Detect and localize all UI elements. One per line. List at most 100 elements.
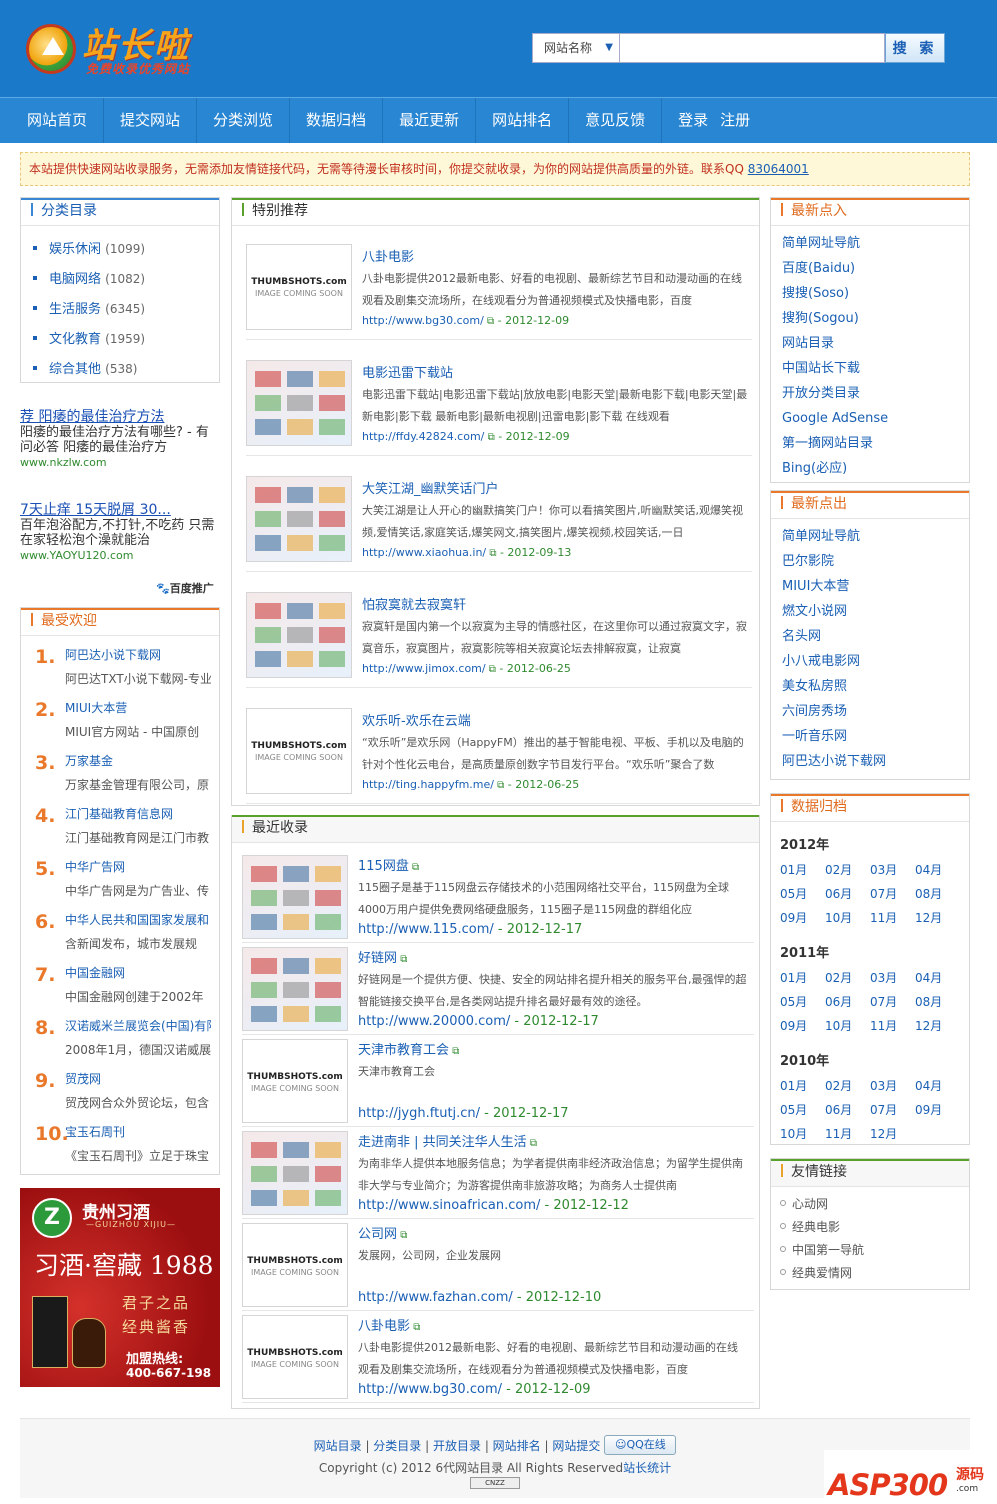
archive-month-link[interactable]: 12月 [915,906,960,930]
thumbshot-placeholder[interactable]: THUMBSHOTS.com IMAGE COMING SOON [242,1039,348,1123]
latest-out-link[interactable]: 名头网 [782,624,969,649]
latest-item-url[interactable]: http://jygh.ftutj.cn/ [358,1106,480,1121]
recommend-item-url[interactable]: http://ting.happyfm.me/ [362,778,494,791]
latest-out-link[interactable]: 巴尔影院 [782,549,969,574]
site-logo[interactable]: 站长啦 免费收录优秀网站 [24,16,234,82]
external-link-icon[interactable]: ⧉ [449,1046,459,1057]
popular-item-title[interactable]: MIUI大本营 [65,699,211,716]
latest-click-link[interactable]: 开放分类目录 [782,381,969,406]
category-item[interactable]: 生活服务 (6345) [33,294,219,324]
recommend-item-title[interactable]: 怕寂寞就去寂寞轩 [362,594,466,613]
category-item[interactable]: 电脑网络 (1082) [33,264,219,294]
external-link-icon[interactable]: ⧉ [494,780,504,791]
latest-click-link[interactable]: 搜狗(Sogou) [782,306,969,331]
baidu-promo-label[interactable]: 🐾百度推广 [156,580,214,596]
archive-month-link[interactable]: 08月 [915,882,960,906]
popular-item[interactable]: 2. MIUI大本营 MIUI官方网站 - 中国原创 [35,693,219,746]
latest-out-link[interactable]: 阿巴达小说下载网 [782,749,969,774]
nav-feedback[interactable]: 意见反馈 [569,98,663,143]
category-item[interactable]: 文化教育 (1959) [33,324,219,354]
site-screenshot[interactable] [242,855,348,939]
archive-month-link[interactable]: 04月 [915,1074,960,1098]
recommend-item-url[interactable]: http://www.xiaohua.in/ [362,546,486,559]
ad-url[interactable]: www.nkzlw.com [20,455,220,470]
archive-month-link[interactable]: 06月 [825,990,870,1014]
archive-month-link[interactable]: 03月 [870,858,915,882]
latest-out-link[interactable]: 美女私房照 [782,674,969,699]
latest-click-link[interactable]: 中国站长下载 [782,356,969,381]
ad-title[interactable]: 荐 阳痿的最佳治疗方法 [20,410,220,425]
archive-month-link[interactable]: 06月 [825,1098,870,1122]
archive-month-link[interactable]: 11月 [870,1014,915,1038]
category-link[interactable]: 文化教育 [49,332,101,347]
cnzz-badge[interactable]: CNZZ [470,1477,520,1489]
latest-item-title[interactable]: 天津市教育工会 [358,1043,449,1058]
footer-link[interactable]: 网站提交 [552,1439,600,1453]
latest-item-url[interactable]: http://www.20000.com/ [358,1014,510,1029]
archive-month-link[interactable]: 02月 [825,858,870,882]
site-screenshot[interactable] [246,592,352,678]
latest-item-title[interactable]: 好链网 [358,951,397,966]
archive-month-link[interactable]: 10月 [825,1014,870,1038]
archive-month-link[interactable]: 05月 [780,1098,825,1122]
external-link-icon[interactable]: ⧉ [527,1138,537,1149]
thumbshot-placeholder[interactable]: THUMBSHOTS.com IMAGE COMING SOON [242,1223,348,1307]
recommend-item-title[interactable]: 八卦电影 [362,246,414,265]
latest-out-link[interactable]: MIUI大本营 [782,574,969,599]
friend-link[interactable]: 心动网 [780,1193,969,1216]
latest-click-link[interactable]: Bing(必应) [782,456,969,481]
ad-title[interactable]: 7天止痒 15天脱屑 30... [20,503,220,518]
nav-browse[interactable]: 分类浏览 [197,98,291,143]
nav-ranking[interactable]: 网站排名 [476,98,570,143]
archive-month-link[interactable]: 05月 [780,882,825,906]
category-link[interactable]: 综合其他 [49,362,101,377]
archive-month-link[interactable]: 08月 [915,990,960,1014]
popular-item[interactable]: 1. 阿巴达小说下载网 阿巴达TXT小说下载网-专业 [35,640,219,693]
popular-item[interactable]: 4. 江门基础教育信息网 江门基础教育网是江门市教 [35,799,219,852]
latest-click-link[interactable]: Google AdSense [782,406,969,431]
latest-item-url[interactable]: http://www.bg30.com/ [358,1382,502,1397]
footer-link[interactable]: 网站目录 [314,1439,362,1453]
register-link[interactable]: 注册 [720,111,750,129]
category-link[interactable]: 电脑网络 [49,272,101,287]
login-link[interactable]: 登录 [678,111,708,129]
latest-out-link[interactable]: 简单网址导航 [782,524,969,549]
category-link[interactable]: 娱乐休闲 [49,242,101,257]
latest-click-link[interactable]: 第一摘网站目录 [782,431,969,456]
footer-link[interactable]: 开放目录 [433,1439,481,1453]
latest-click-link[interactable]: 简单网址导航 [782,231,969,256]
archive-month-link[interactable]: 01月 [780,1074,825,1098]
friend-link[interactable]: 中国第一导航 [780,1239,969,1262]
latest-item-title[interactable]: 走进南非 | 共同关注华人生活 [358,1135,527,1150]
latest-out-link[interactable]: 小八戒电影网 [782,649,969,674]
latest-item-url[interactable]: http://www.115.com/ [358,922,494,937]
latest-item-title[interactable]: 公司网 [358,1227,397,1242]
popular-item[interactable]: 9. 贸茂网 贸茂网合众外贸论坛，包含 [35,1064,219,1117]
friend-link[interactable]: 经典爱情网 [780,1262,969,1285]
latest-click-link[interactable]: 搜搜(Soso) [782,281,969,306]
recommend-item-title[interactable]: 电影迅雷下载站 [362,362,453,381]
archive-month-link[interactable]: 12月 [870,1122,915,1146]
latest-item-title[interactable]: 八卦电影 [358,1319,410,1334]
search-type-select[interactable]: 网站名称 ▼ [532,33,620,63]
recommend-item-title[interactable]: 大笑江湖_幽默笑话门户 [362,478,499,497]
latest-out-link[interactable]: 燃文小说网 [782,599,969,624]
latest-item-url[interactable]: http://www.fazhan.com/ [358,1290,513,1305]
nav-home[interactable]: 网站首页 [11,98,105,143]
site-screenshot[interactable] [242,1131,348,1215]
archive-month-link[interactable]: 12月 [915,1014,960,1038]
site-screenshot[interactable] [242,947,348,1031]
popular-item-title[interactable]: 江门基础教育信息网 [65,805,211,822]
latest-item-url[interactable]: http://www.sinoafrican.com/ [358,1198,540,1213]
wine-ad-banner[interactable]: Z 贵州习酒 —GUIZHOU XIJIU— 习酒·窖藏 1988 君子之品 经… [20,1188,220,1387]
external-link-icon[interactable]: ⧉ [484,316,494,327]
archive-month-link[interactable]: 09月 [780,1014,825,1038]
external-link-icon[interactable]: ⧉ [409,862,419,873]
thumbshot-placeholder[interactable]: THUMBSHOTS.com IMAGE COMING SOON [246,244,352,330]
notice-qq-link[interactable]: 83064001 [748,162,809,176]
external-link-icon[interactable]: ⧉ [397,954,407,965]
archive-month-link[interactable]: 03月 [870,966,915,990]
archive-month-link[interactable]: 07月 [870,882,915,906]
stats-link[interactable]: 站长统计 [623,1461,671,1475]
popular-item[interactable]: 8. 汉诺威米兰展览会(中国)有限 2008年1月，德国汉诺威展 [35,1011,219,1064]
